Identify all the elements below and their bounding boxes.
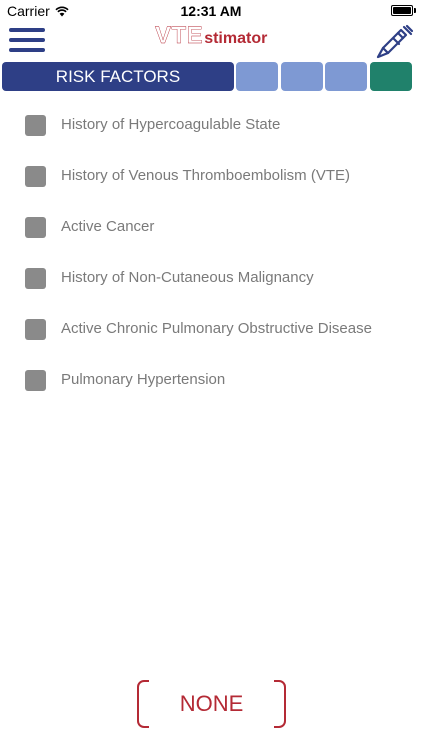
risk-factor-item[interactable]: Active Cancer xyxy=(0,202,422,253)
none-button[interactable]: NONE xyxy=(137,678,286,730)
risk-factor-label: History of Venous Thromboembolism (VTE) xyxy=(61,167,350,184)
risk-factor-label: Active Chronic Pulmonary Obstructive Dis… xyxy=(61,320,372,337)
status-bar: Carrier 12:31 AM xyxy=(0,0,422,22)
logo-suffix: stimator xyxy=(204,30,268,47)
risk-factor-checkbox[interactable] xyxy=(25,166,46,187)
risk-factor-item[interactable]: Active Chronic Pulmonary Obstructive Dis… xyxy=(0,304,422,355)
risk-factor-checkbox[interactable] xyxy=(25,268,46,289)
pen-edit-icon xyxy=(376,24,414,59)
tab-step-2[interactable] xyxy=(236,62,278,91)
menu-button[interactable] xyxy=(9,26,45,54)
battery-tip xyxy=(414,8,416,13)
risk-factor-item[interactable]: Pulmonary Hypertension xyxy=(0,355,422,406)
risk-factor-label: Active Cancer xyxy=(61,218,155,235)
tab-step-5[interactable] xyxy=(370,62,412,91)
risk-factor-checkbox[interactable] xyxy=(25,217,46,238)
tab-step-3[interactable] xyxy=(281,62,323,91)
status-time: 12:31 AM xyxy=(180,3,242,19)
tab-risk-factors[interactable]: RISK FACTORS xyxy=(2,62,234,91)
risk-factor-checkbox[interactable] xyxy=(25,115,46,136)
risk-factor-item[interactable]: History of Venous Thromboembolism (VTE) xyxy=(0,151,422,202)
logo-prefix: VTE xyxy=(155,22,204,49)
risk-factor-label: History of Non-Cutaneous Malignancy xyxy=(61,269,314,286)
tab-step-4[interactable] xyxy=(325,62,367,91)
edit-button[interactable] xyxy=(374,24,414,60)
risk-factor-checkbox[interactable] xyxy=(25,319,46,340)
risk-factor-label: Pulmonary Hypertension xyxy=(61,371,226,388)
risk-factor-checkbox[interactable] xyxy=(25,370,46,391)
risk-factor-item[interactable]: History of Non-Cutaneous Malignancy xyxy=(0,253,422,304)
none-button-label: NONE xyxy=(179,691,244,716)
risk-factor-label: History of Hypercoagulable State xyxy=(61,116,281,133)
risk-factor-item[interactable]: History of Hypercoagulable State xyxy=(0,100,422,151)
tab-risk-factors-label: RISK FACTORS xyxy=(55,66,181,86)
app-logo: VTEstimator xyxy=(155,22,268,50)
battery-icon xyxy=(391,5,413,16)
